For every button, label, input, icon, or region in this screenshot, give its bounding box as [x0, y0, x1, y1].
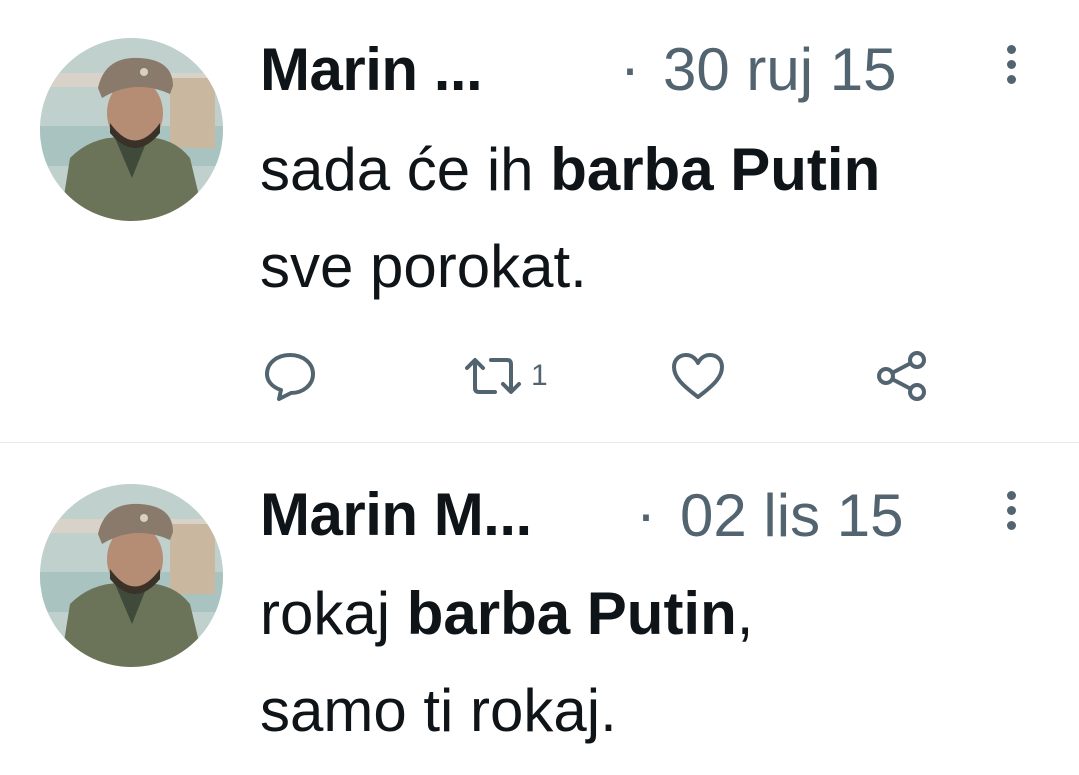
tweet-text-part: sada će ih: [260, 136, 551, 203]
separator-dot: ·: [620, 34, 640, 101]
tweet-text-part: sve porokat.: [260, 233, 587, 300]
retweet-count: 1: [531, 359, 548, 392]
tweet-date[interactable]: 02 lis 15: [680, 486, 903, 546]
share-button[interactable]: [874, 350, 930, 402]
retweet-button[interactable]: 1: [463, 350, 548, 402]
more-icon[interactable]: [1001, 491, 1021, 541]
author-name[interactable]: Marin ...: [260, 40, 483, 100]
share-icon: [877, 351, 926, 401]
retweet-icon: [465, 358, 521, 394]
tweet[interactable]: Marin ... · 30 ruj 15 sada će ih barba P…: [0, 0, 1079, 442]
author-name[interactable]: Marin M...: [260, 485, 532, 545]
avatar[interactable]: [40, 38, 223, 221]
tweet-date[interactable]: 30 ruj 15: [663, 40, 897, 100]
tweet-text: sada će ih barba Putin sve porokat.: [260, 121, 1060, 315]
reply-icon: [265, 353, 315, 401]
more-icon[interactable]: [1001, 45, 1021, 95]
avatar[interactable]: [40, 484, 223, 667]
tweet-text-part: rokaj: [260, 580, 407, 647]
tweet-text-part: ,: [736, 580, 754, 647]
separator-dot: ·: [636, 480, 656, 547]
tweet-text: rokaj barba Putin, samo ti rokaj.: [260, 565, 1060, 759]
tweet-text-bold: barba Putin: [406, 580, 737, 647]
tweet[interactable]: Marin M... · 02 lis 15 rokaj barba Putin…: [0, 443, 1079, 775]
heart-icon: [672, 353, 724, 399]
reply-button[interactable]: [263, 350, 317, 402]
tweet-text-bold: barba Putin: [550, 136, 881, 203]
like-button[interactable]: [670, 350, 726, 402]
tweet-text-part: samo ti rokaj.: [260, 677, 617, 744]
